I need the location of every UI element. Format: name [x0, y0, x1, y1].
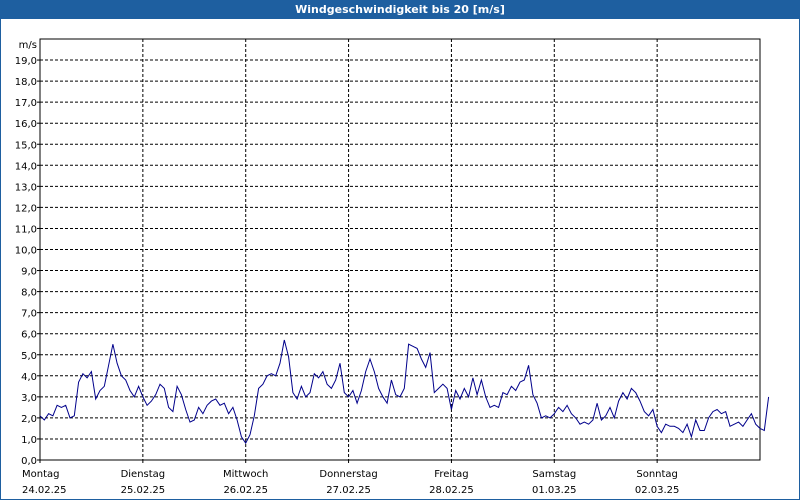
x-date-label: 24.02.25 [22, 485, 67, 496]
series-line-layer [39, 339, 770, 445]
y-tick-label: 11,0 [15, 224, 37, 235]
x-date-label: 01.03.25 [532, 485, 577, 496]
x-day-label: Sonntag [636, 469, 678, 480]
x-day-label: Montag [22, 469, 59, 480]
y-tick-label: 17,0 [15, 98, 37, 109]
y-tick-label: 8,0 [21, 288, 37, 299]
x-day-label: Dienstag [121, 469, 166, 480]
y-tick-label: 15,0 [15, 140, 37, 151]
y-axis-unit-label: m/s [19, 40, 37, 51]
wind-speed-series-line [39, 339, 770, 445]
y-tick-label: 14,0 [15, 161, 37, 172]
y-tick-label: 16,0 [15, 119, 37, 130]
x-date-label: 25.02.25 [121, 485, 166, 496]
y-tick-label: 12,0 [15, 203, 37, 214]
y-axis: 0,0 1,0 2,0 3,0 4,0 5,0 6,0 7,0 8,0 9,0 10,0 11,0 12… [15, 40, 40, 467]
x-day-label: Freitag [434, 469, 468, 480]
y-tick-label: 18,0 [15, 77, 37, 88]
y-tick-label: 4,0 [21, 372, 37, 383]
x-date-label: 27.02.25 [326, 485, 371, 496]
y-tick-label: 3,0 [21, 393, 37, 404]
y-tick-label: 5,0 [21, 351, 37, 362]
wind-speed-chart: 0,0 1,0 2,0 3,0 4,0 5,0 6,0 7,0 8,0 9,0 10,0 11,0 12… [15, 38, 770, 496]
x-day-label: Samstag [532, 469, 576, 480]
y-tick-label: 1,0 [21, 435, 37, 446]
y-tick-label: 19,0 [15, 56, 37, 67]
x-day-label: Donnerstag [319, 469, 377, 480]
x-day-label: Mittwoch [223, 469, 268, 480]
x-date-label: 02.03.25 [635, 485, 680, 496]
y-tick-label: 0,0 [21, 456, 37, 467]
y-tick-label: 7,0 [21, 309, 37, 320]
y-tick-label: 2,0 [21, 414, 37, 425]
y-tick-label: 6,0 [21, 330, 37, 341]
y-tick-label: 10,0 [15, 246, 37, 257]
x-axis: Montag 24.02.25 Dienstag 25.02.25 Mittwoch 26… [22, 460, 679, 496]
x-date-label: 26.02.25 [223, 485, 268, 496]
y-tick-label: 9,0 [21, 267, 37, 278]
x-date-label: 28.02.25 [429, 485, 474, 496]
y-tick-label: 13,0 [15, 182, 37, 193]
